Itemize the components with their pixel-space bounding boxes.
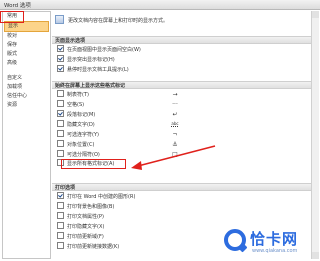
watermark-logo: 恰卡网 www.qiakana.com bbox=[222, 226, 320, 261]
watermark-name: 恰卡网 bbox=[250, 230, 299, 248]
scroll-up-button[interactable] bbox=[312, 11, 319, 18]
vertical-scrollbar[interactable] bbox=[311, 11, 319, 259]
magnifier-icon bbox=[224, 229, 246, 251]
watermark-url: www.qiakana.com bbox=[252, 248, 298, 254]
annotation-arrow-icon bbox=[131, 145, 216, 170]
